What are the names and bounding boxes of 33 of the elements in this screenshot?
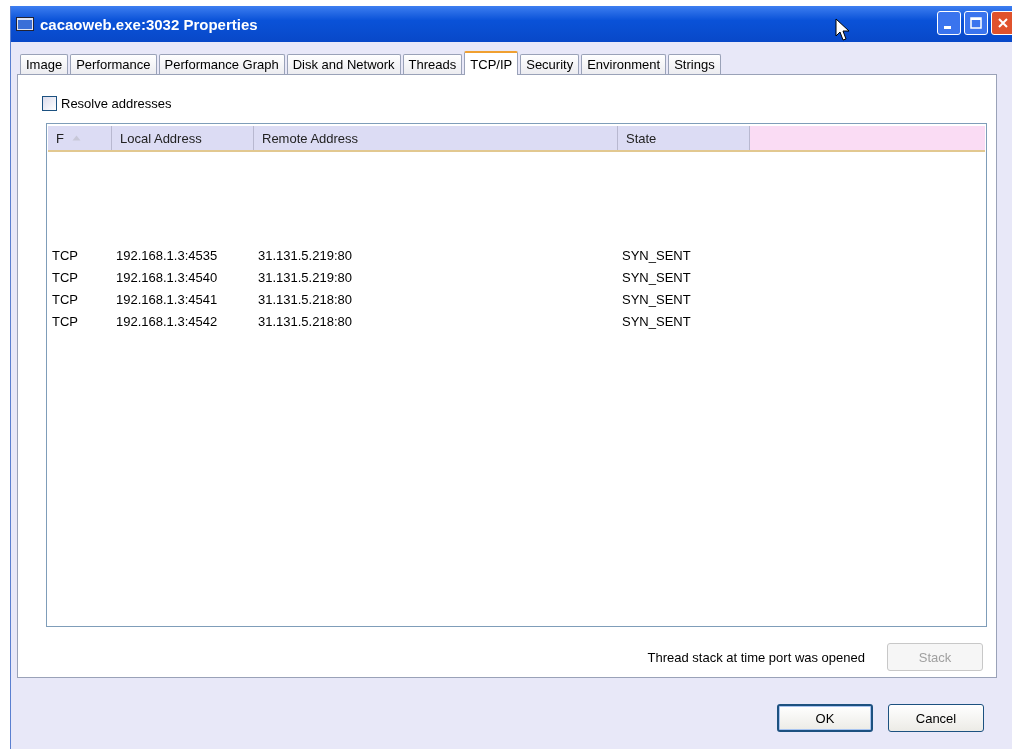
column-header[interactable]: Local Address — [112, 126, 254, 150]
tab[interactable]: Strings — [668, 54, 721, 74]
tab[interactable]: TCP/IP — [464, 51, 519, 75]
table-cell-text: TCP — [51, 269, 79, 285]
table-cell-text: TCP — [51, 247, 79, 263]
column-header[interactable]: F — [48, 126, 112, 150]
tab[interactable]: Performance — [70, 54, 157, 74]
table-cell-text: SYN_SENT — [621, 291, 692, 307]
tab[interactable]: Security — [520, 54, 580, 74]
tab[interactable]: Image — [20, 54, 69, 74]
table-cell-text: SYN_SENT — [621, 247, 692, 263]
table-cell-text: SYN_SENT — [621, 313, 692, 329]
table-cell-text: 31.131.5.219:80 — [257, 269, 353, 285]
table-cell-text: 31.131.5.218:80 — [257, 291, 353, 307]
table-cell-text: 31.131.5.218:80 — [257, 313, 353, 329]
checkbox-label: Resolve addresses — [61, 95, 172, 111]
table-cell-text: TCP — [51, 291, 79, 307]
table-cell-text: SYN_SENT — [621, 269, 692, 285]
window-title: cacaoweb.exe:3032 Properties — [40, 15, 258, 33]
tab[interactable]: Threads — [402, 54, 463, 74]
column-header[interactable]: Remote Address — [254, 126, 618, 150]
table-cell-text: TCP — [51, 313, 79, 329]
ok-button[interactable]: OK — [777, 704, 873, 732]
table-cell-text: 31.131.5.219:80 — [257, 247, 353, 263]
table-cell-text: 192.168.1.3:4535 — [115, 247, 219, 263]
tab[interactable]: Performance Graph — [158, 54, 285, 74]
tab[interactable]: Disk and Network — [286, 54, 401, 74]
cancel-button[interactable]: Cancel — [888, 704, 984, 732]
stack-label: Thread stack at time port was opened — [647, 649, 865, 665]
table-cell-text: 192.168.1.3:4542 — [115, 313, 219, 329]
table-cell-text: 192.168.1.3:4540 — [115, 269, 219, 285]
table-cell-text: 192.168.1.3:4541 — [115, 291, 219, 307]
tab[interactable]: Environment — [581, 54, 667, 74]
